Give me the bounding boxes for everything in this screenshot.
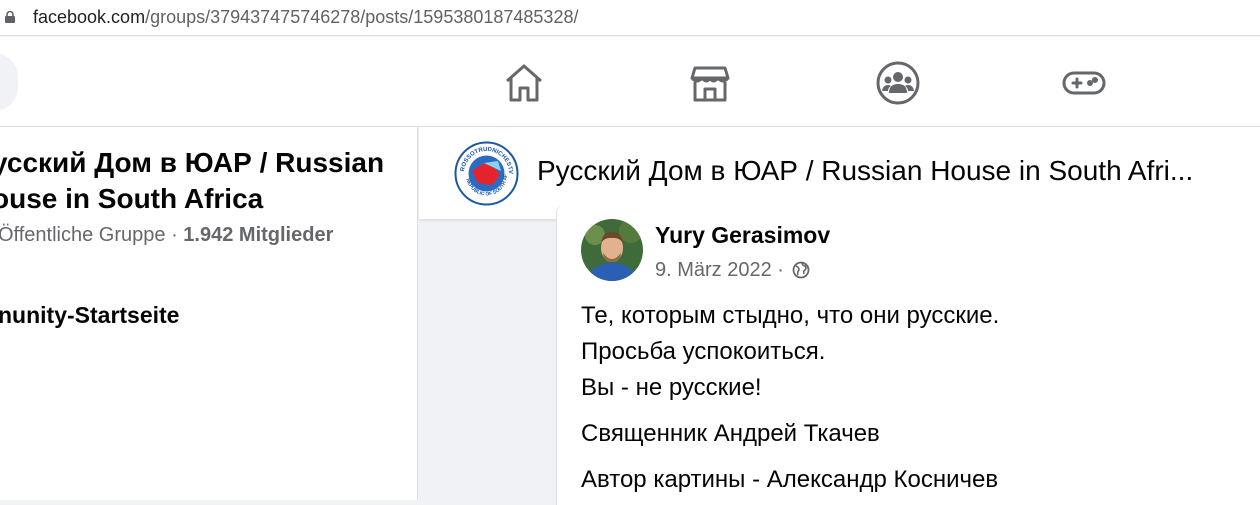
group-logo[interactable]: ROSSOTRUDNICHESTVO REPUBLIC OF SOUTH AFR… [454, 141, 519, 206]
top-navigation [0, 37, 1260, 127]
url-path: /groups/379437475746278/posts/1595380187… [145, 7, 579, 27]
post-author[interactable]: Yury Gerasimov [655, 222, 830, 249]
avatar[interactable] [581, 219, 643, 281]
gaming-icon[interactable] [1061, 60, 1107, 106]
post-card: Yury Gerasimov 9. März 2022 · Те, которы… [556, 205, 1260, 505]
marketplace-icon[interactable] [687, 60, 733, 106]
group-privacy: Öffentliche Gruppe [0, 224, 166, 246]
sidebar-group-meta: Öffentliche Gruppe · 1.942 Mitglieder [0, 224, 333, 247]
post-signature: Священник Андрей Ткачев [581, 420, 880, 447]
globe-icon[interactable] [792, 261, 810, 279]
post-art-credit: Автор картины - Александр Косничев [581, 466, 999, 493]
groups-icon[interactable] [875, 60, 921, 106]
community-home-link[interactable]: nunity-Startseite [0, 302, 179, 329]
post-text-line: Те, которым стыдно, что они русские. [581, 302, 1000, 329]
sidebar-group-title[interactable]: усский Дом в ЮАР / Russian ouse in South… [0, 145, 412, 217]
post-text-line: Вы - не русские! [581, 374, 762, 401]
post-text-line: Просьба успокоиться. [581, 338, 826, 365]
post-date[interactable]: 9. März 2022 [655, 259, 772, 281]
url-host: facebook.com [33, 7, 146, 27]
home-icon[interactable] [501, 60, 547, 106]
sidebar-group-title-text: усский Дом в ЮАР / Russian ouse in South… [0, 147, 385, 214]
meta-separator: · [165, 224, 184, 246]
post-meta: 9. März 2022 · [655, 259, 810, 282]
group-sidebar: усский Дом в ЮАР / Russian ouse in South… [0, 127, 418, 500]
post-text: Те, которым стыдно, что они русские. Про… [581, 298, 1260, 498]
search-button[interactable] [0, 53, 18, 111]
group-name[interactable]: Русский Дом в ЮАР / Russian House in Sou… [537, 155, 1252, 187]
member-count[interactable]: 1.942 Mitglieder [183, 224, 333, 246]
url-text[interactable]: facebook.com/groups/379437475746278/post… [33, 7, 578, 28]
lock-icon [5, 11, 15, 23]
date-separator: · [771, 259, 790, 281]
browser-url-bar[interactable]: facebook.com/groups/379437475746278/post… [0, 0, 1260, 36]
